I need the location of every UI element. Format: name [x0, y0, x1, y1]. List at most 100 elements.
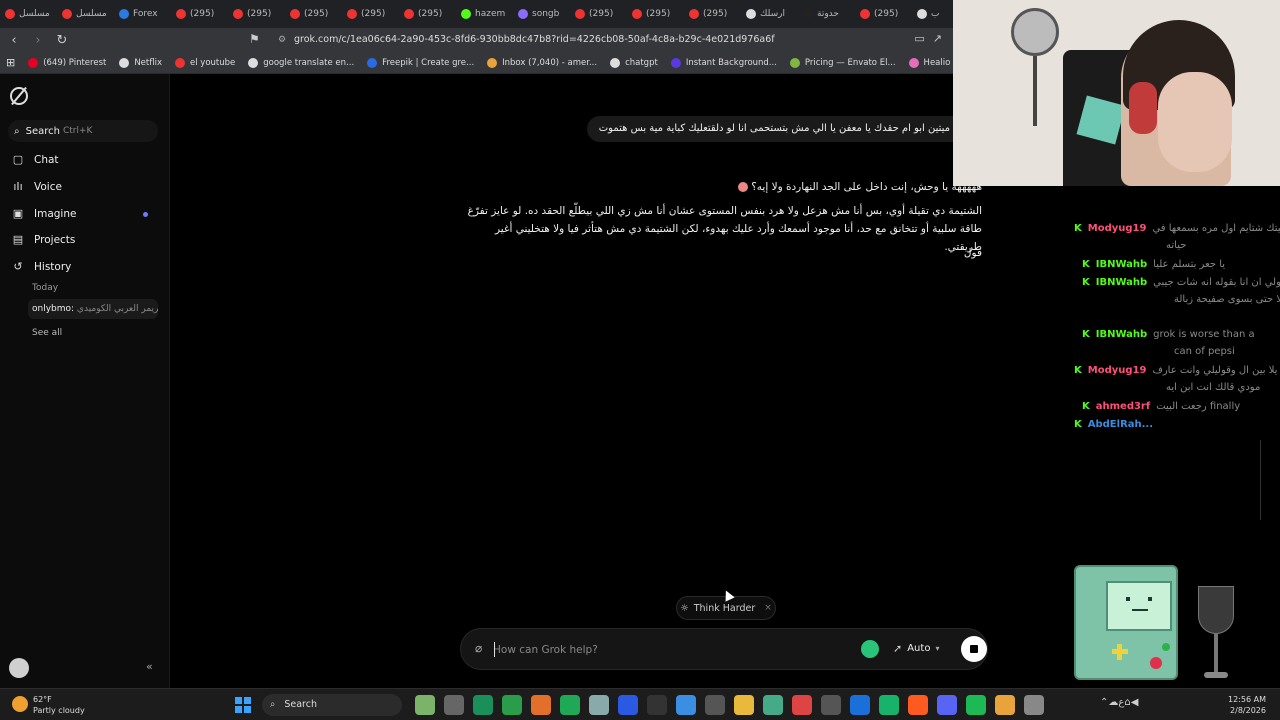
- tab-favicon-icon: [404, 9, 414, 19]
- bmo-eye: [1126, 597, 1130, 601]
- browser-tab[interactable]: songb: [513, 1, 570, 27]
- browser-tab[interactable]: ارسلك: [741, 1, 798, 27]
- prompt-input[interactable]: [493, 640, 823, 660]
- browser-tab[interactable]: (295): [285, 1, 342, 27]
- forward-icon[interactable]: ›: [28, 33, 48, 48]
- bookmark-item[interactable]: Netflix: [119, 57, 162, 68]
- browser-tab[interactable]: (295): [684, 1, 741, 27]
- bookmark-icon[interactable]: ⚑: [249, 32, 260, 46]
- taskbar-app-icon[interactable]: [792, 695, 812, 715]
- taskbar-app-icon[interactable]: [647, 695, 667, 715]
- bmo-character: [1074, 565, 1178, 680]
- browser-tab[interactable]: (295): [570, 1, 627, 27]
- reload-icon[interactable]: ↻: [52, 33, 72, 48]
- sidebar-item-imagine[interactable]: ▣ Imagine: [12, 207, 77, 220]
- address-actions-icons[interactable]: ▭↗: [914, 32, 950, 45]
- taskbar-apps: [415, 695, 1044, 715]
- taskbar-app-icon[interactable]: [821, 695, 841, 715]
- taskbar-app-icon[interactable]: [705, 695, 725, 715]
- site-info-icon[interactable]: ⚙: [278, 31, 286, 49]
- taskbar-app-icon[interactable]: [618, 695, 638, 715]
- browser-tab[interactable]: مسلسل: [0, 1, 57, 27]
- browser-tab[interactable]: حدوتة: [798, 1, 855, 27]
- taskbar-app-icon[interactable]: [937, 695, 957, 715]
- taskbar-app-icon[interactable]: [415, 695, 435, 715]
- grok-sidebar: ⌕ Search Ctrl+K ▢ Chat ıIı Voice ▣ Imagi…: [0, 74, 170, 688]
- taskbar-app-icon[interactable]: [676, 695, 696, 715]
- url-field[interactable]: ⚙ grok.com/c/1ea06c64-2a90-453c-8fd6-930…: [276, 31, 936, 49]
- kick-badge-icon: K: [1082, 401, 1090, 412]
- taskbar-app-icon[interactable]: [560, 695, 580, 715]
- attach-icon[interactable]: ⌀: [475, 641, 482, 655]
- browser-tab[interactable]: (295): [342, 1, 399, 27]
- bookmark-item[interactable]: (649) Pinterest: [28, 57, 106, 68]
- voice-mode-button[interactable]: [861, 640, 879, 658]
- tab-favicon-icon: [803, 9, 813, 19]
- history-group-today: Today: [32, 283, 59, 293]
- browser-tab[interactable]: (295): [855, 1, 912, 27]
- taskbar-app-icon[interactable]: [850, 695, 870, 715]
- tab-favicon-icon: [119, 9, 129, 19]
- clock[interactable]: 12:56 AM 2/8/2026: [1228, 694, 1266, 716]
- taskbar-app-icon[interactable]: [966, 695, 986, 715]
- bookmark-label: google translate en...: [263, 57, 355, 68]
- tab-favicon-icon: [689, 9, 699, 19]
- conversation-panel: ميتين ابو ام حقدك يا معفن يا الي مش بتست…: [171, 74, 988, 688]
- sidebar-item-voice[interactable]: ıIı Voice: [12, 180, 62, 193]
- sidebar-item-history[interactable]: ↺ History: [12, 260, 71, 273]
- taskbar-app-icon[interactable]: [473, 695, 493, 715]
- model-mode-select[interactable]: ➚ Auto ▾: [893, 642, 939, 655]
- sidebar-item-chat[interactable]: ▢ Chat: [12, 153, 59, 166]
- collapse-sidebar-icon[interactable]: «: [146, 660, 153, 673]
- taskbar-search[interactable]: ⌕ Search: [262, 694, 402, 716]
- bookmark-label: chatgpt: [625, 57, 658, 68]
- avatar[interactable]: [9, 658, 29, 678]
- kick-badge-icon: K: [1082, 259, 1090, 270]
- bookmark-item[interactable]: Pricing — Envato El...: [789, 57, 896, 68]
- close-icon[interactable]: ×: [764, 603, 772, 613]
- browser-tab[interactable]: مسلسل: [57, 1, 114, 27]
- grok-logo-icon[interactable]: [10, 87, 28, 105]
- browser-tab[interactable]: (295): [171, 1, 228, 27]
- sidebar-item-label: Projects: [34, 233, 76, 246]
- sidebar-search[interactable]: ⌕ Search Ctrl+K: [8, 120, 158, 142]
- taskbar-app-icon[interactable]: [444, 695, 464, 715]
- browser-tab[interactable]: (295): [627, 1, 684, 27]
- see-all-link[interactable]: See all: [32, 328, 62, 338]
- taskbar-app-icon[interactable]: [995, 695, 1015, 715]
- bookmark-item[interactable]: Freepik | Create gre...: [367, 57, 474, 68]
- taskbar-app-icon[interactable]: [502, 695, 522, 715]
- taskbar-app-icon[interactable]: [763, 695, 783, 715]
- taskbar-app-icon[interactable]: [879, 695, 899, 715]
- taskbar-app-icon[interactable]: [531, 695, 551, 715]
- tab-favicon-icon: [575, 9, 585, 19]
- taskbar-app-icon[interactable]: [734, 695, 754, 715]
- bookmark-item[interactable]: Inbox (7,040) - amer...: [487, 57, 597, 68]
- bookmark-item[interactable]: el youtube: [175, 57, 235, 68]
- chat-message: K IBNWahb يا جعر بتسلم عليا: [1082, 256, 1225, 273]
- taskbar-app-icon[interactable]: [589, 695, 609, 715]
- apps-grid-icon[interactable]: ⊞: [6, 56, 15, 69]
- bookmark-item[interactable]: chatgpt: [610, 57, 658, 68]
- browser-tab[interactable]: (295): [228, 1, 285, 27]
- browser-tab[interactable]: (295): [399, 1, 456, 27]
- chat-username: AbdElRah...: [1087, 419, 1154, 430]
- bookmark-item[interactable]: google translate en...: [248, 57, 355, 68]
- browser-tab[interactable]: hazem: [456, 1, 513, 27]
- windows-start-icon[interactable]: [235, 697, 251, 713]
- browser-tab[interactable]: Forex: [114, 1, 171, 27]
- taskbar-app-icon[interactable]: [908, 695, 928, 715]
- chat-text: يا جعر بتسلم عليا: [1153, 259, 1226, 270]
- bookmark-favicon-icon: [28, 57, 39, 68]
- wine-glass-stem: [1214, 634, 1218, 674]
- wine-glass-shape: [1198, 586, 1234, 634]
- bookmark-item[interactable]: Instant Background...: [670, 57, 777, 68]
- chat-text: قولي ان انا بقوله انه شات جيبي: [1153, 277, 1280, 288]
- back-icon[interactable]: ‹: [4, 33, 24, 48]
- taskbar-app-icon[interactable]: [1024, 695, 1044, 715]
- stop-button[interactable]: [961, 636, 987, 662]
- sidebar-item-projects[interactable]: ▤ Projects: [12, 233, 76, 246]
- tab-label: (295): [589, 9, 614, 19]
- history-item[interactable]: onlybmo: استريمر العربي الكوميدي: [28, 299, 158, 319]
- system-tray-icons[interactable]: ⌃☁ع⌂◀: [1100, 697, 1138, 708]
